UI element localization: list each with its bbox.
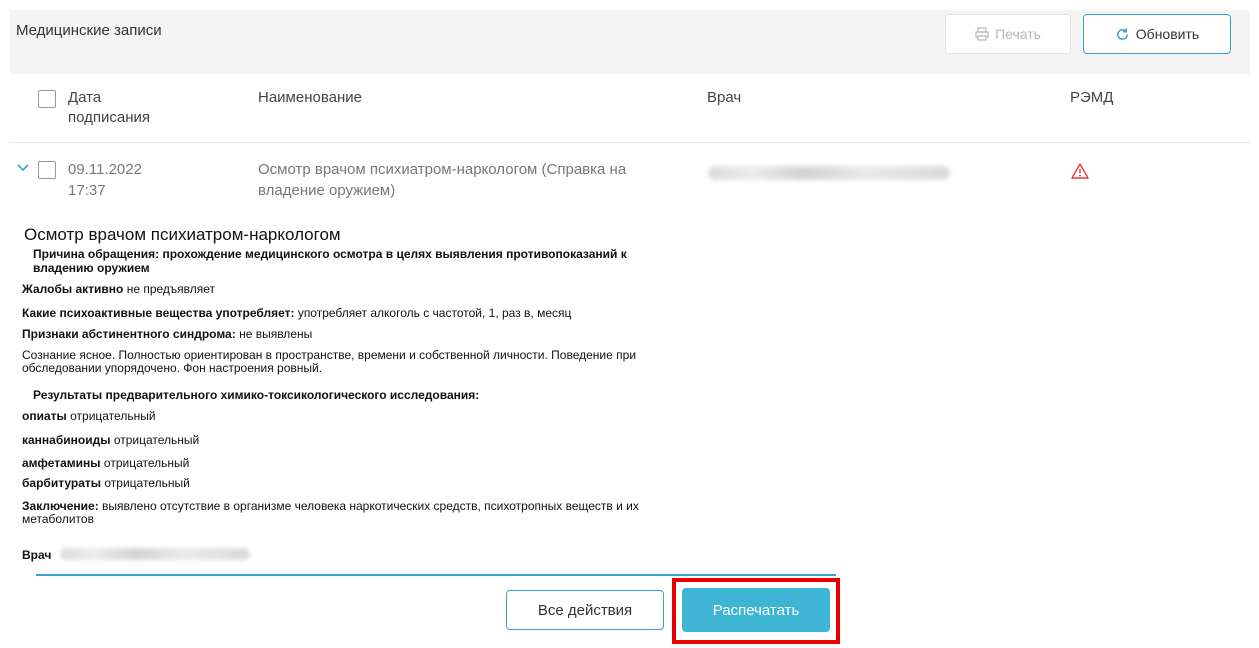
substances-line: Какие психоактивные вещества употребляет… bbox=[22, 307, 571, 320]
result-value: отрицательный bbox=[103, 456, 190, 470]
row-name[interactable]: Осмотр врачом психиатром-наркологом (Спр… bbox=[258, 159, 626, 201]
status-line-2: обследовании упорядочено. Фон настроения… bbox=[22, 361, 323, 375]
column-header-date-line1: Дата bbox=[68, 89, 102, 106]
print-document-button[interactable]: Распечатать bbox=[682, 588, 830, 632]
row-doctor-redacted bbox=[708, 166, 950, 180]
results-heading-text: Результаты предварительного химико-токси… bbox=[33, 388, 480, 402]
complaints-label: Жалобы активно bbox=[22, 282, 124, 296]
column-header-name[interactable]: Наименование bbox=[258, 88, 362, 108]
withdrawal-value: не выявлены bbox=[239, 327, 313, 341]
row-name-line2: владение оружием) bbox=[258, 182, 396, 199]
reason-line: Причина обращения: прохождение медицинск… bbox=[33, 248, 627, 261]
warning-icon bbox=[1071, 163, 1089, 179]
row-checkbox[interactable] bbox=[38, 161, 56, 179]
refresh-icon bbox=[1116, 27, 1128, 40]
document-separator bbox=[36, 574, 836, 576]
refresh-button-label: Обновить bbox=[1135, 26, 1200, 42]
reason-value-line1: прохождение медицинского осмотра в целях… bbox=[162, 247, 627, 261]
conclusion-value-line1: выявлено отсутствие в организме человека… bbox=[102, 499, 639, 513]
complaints-value: не предъявляет bbox=[126, 282, 216, 296]
header-divider bbox=[10, 142, 1250, 143]
all-actions-button[interactable]: Все действия bbox=[506, 590, 664, 630]
row-name-line1: Осмотр врачом психиатром-наркологом (Спр… bbox=[258, 161, 627, 178]
chevron-down-icon[interactable] bbox=[17, 163, 29, 173]
row-date: 09.11.2022 17:37 bbox=[68, 159, 142, 201]
conclusion-line: Заключение: выявлено отсутствие в органи… bbox=[22, 500, 639, 513]
print-button-label: Печать bbox=[995, 26, 1041, 42]
conclusion-label: Заключение: bbox=[22, 499, 99, 513]
result-opiates: опиаты отрицательный bbox=[22, 410, 156, 423]
column-header-remd[interactable]: РЭМД bbox=[1070, 88, 1113, 108]
row-time-value: 17:37 bbox=[68, 182, 106, 199]
print-button[interactable]: Печать bbox=[945, 14, 1071, 54]
result-label: амфетамины bbox=[22, 456, 101, 470]
result-label: опиаты bbox=[22, 409, 67, 423]
result-label: каннабиноиды bbox=[22, 433, 111, 447]
substances-label: Какие психоактивные вещества употребляет… bbox=[22, 306, 295, 320]
refresh-button[interactable]: Обновить bbox=[1083, 14, 1231, 54]
result-label: барбитураты bbox=[22, 476, 102, 490]
select-all-checkbox[interactable] bbox=[38, 90, 56, 108]
withdrawal-label: Признаки абстинентного синдрома: bbox=[22, 327, 236, 341]
doctor-name-redacted bbox=[60, 548, 250, 560]
doctor-label: Врач bbox=[22, 548, 52, 562]
reason-line-2: владению оружием bbox=[33, 262, 150, 275]
results-heading: Результаты предварительного химико-токси… bbox=[33, 389, 479, 402]
result-cannabinoids: каннабиноиды отрицательный bbox=[22, 434, 199, 447]
row-date-value: 09.11.2022 bbox=[68, 161, 142, 178]
result-value: отрицательный bbox=[113, 433, 200, 447]
reason-value-line2: владению оружием bbox=[33, 261, 150, 275]
result-value: отрицательный bbox=[104, 476, 190, 490]
document-title: Осмотр врачом психиатром-наркологом bbox=[24, 225, 341, 244]
column-header-doctor[interactable]: Врач bbox=[707, 88, 741, 108]
printer-icon bbox=[975, 27, 989, 41]
doctor-line: Врач bbox=[22, 549, 51, 562]
complaints-line: Жалобы активно не предъявляет bbox=[22, 283, 215, 296]
substances-value: употребляет алкоголь с частотой, 1, раз … bbox=[297, 306, 572, 320]
result-barbiturates: барбитураты отрицательный bbox=[22, 477, 190, 490]
withdrawal-line: Признаки абстинентного синдрома: не выяв… bbox=[22, 328, 312, 341]
result-amphetamines: амфетамины отрицательный bbox=[22, 457, 189, 470]
column-header-date[interactable]: Дата подписания bbox=[68, 88, 150, 128]
column-header-date-line2: подписания bbox=[68, 109, 151, 126]
result-value: отрицательный bbox=[70, 409, 156, 423]
page-title: Медицинские записи bbox=[16, 22, 162, 39]
reason-label: Причина обращения: bbox=[33, 247, 160, 261]
conclusion-line-2: метаболитов bbox=[22, 512, 94, 526]
